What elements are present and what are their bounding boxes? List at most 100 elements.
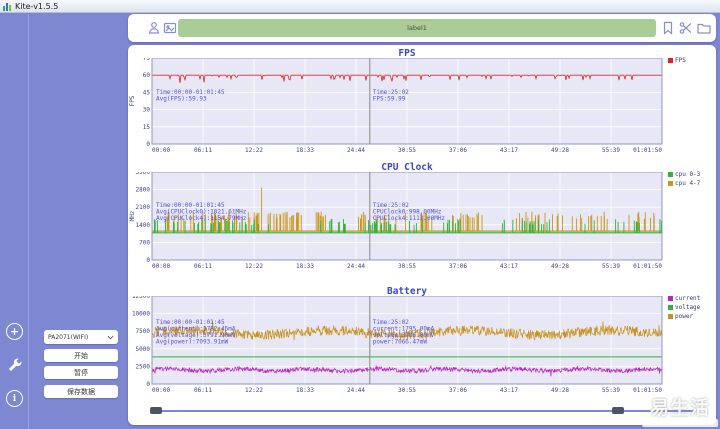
y-axis-unit-label: MHz [129, 210, 136, 221]
y-axis-tick-label: 3500 [136, 172, 151, 176]
y-axis-tick-label: 1400 [136, 222, 151, 229]
legend-item: power [668, 313, 714, 320]
save-data-button[interactable]: 保存数据 [44, 385, 118, 398]
legend-swatch [668, 314, 673, 319]
session-label-field[interactable]: label1 [178, 19, 656, 37]
x-axis-tick-label: 37:06 [449, 263, 467, 270]
legend-swatch [668, 305, 673, 310]
plot-svg[interactable]: 0250050007500100001250000:0006:1112:2218… [128, 296, 708, 400]
x-axis-tick-label: 55:39 [602, 147, 620, 154]
battery-chart: Battery 0250050007500100001250000:0006:1… [128, 286, 716, 410]
window-title: Kite-v1.5.5 [15, 0, 58, 13]
window-titlebar[interactable]: Kite-v1.5.5 [0, 0, 720, 13]
slider-handle-right[interactable] [612, 407, 624, 414]
x-axis-tick-label: 37:06 [449, 147, 467, 154]
y-axis-tick-label: 45 [143, 89, 151, 96]
range-annotation-text: Avg(FPS):59.93 [156, 96, 207, 103]
legend-item: FPS [668, 57, 714, 64]
battery-legend: current voltage power [668, 295, 714, 322]
x-axis-tick-label: 00:00 [152, 147, 170, 154]
x-axis-tick-label: 00:00 [152, 263, 170, 270]
screenshot-button[interactable] [162, 20, 178, 36]
info-button[interactable]: i [6, 390, 23, 407]
x-axis-tick-label: 06:11 [194, 387, 212, 394]
y-axis-tick-label: 75 [143, 58, 151, 62]
legend-label: power [675, 313, 693, 320]
legend-swatch [668, 58, 673, 63]
legend-item: cpu 4-7 [668, 180, 714, 187]
legend-swatch [668, 172, 673, 177]
info-icon: i [13, 394, 16, 404]
pause-button-label: 暂停 [74, 368, 88, 378]
x-axis-tick-label: 01:01:50 [633, 387, 662, 394]
cpu-plot[interactable]: 0700140021002800350000:0006:1112:2218:33… [128, 172, 708, 280]
wrench-icon [6, 357, 23, 374]
save-mark-button[interactable] [660, 20, 676, 36]
x-axis-tick-label: 18:33 [296, 147, 314, 154]
cursor-annotation-text: FPS:59.99 [373, 96, 406, 103]
legend-item: voltage [668, 304, 714, 311]
x-axis-tick-label: 06:11 [194, 147, 212, 154]
chart-panel: FPS 0 15 30 45 60 75 00:00 06:11 12:22 18:33 24:44… [128, 45, 716, 425]
y-axis-tick-label: 7500 [136, 328, 151, 335]
x-axis-tick-label: 00:00 [152, 387, 170, 394]
x-axis-tick-label: 24:44 [347, 263, 365, 270]
x-axis-tick-label: 06:11 [194, 263, 212, 270]
y-axis-unit-label: FPS [129, 95, 136, 106]
plot-svg[interactable]: 0153045607500:0006:1112:2218:3324:4430:5… [128, 58, 708, 160]
cpu-clock-chart: CPU Clock 0700140021002800350000:0006:11… [128, 162, 716, 286]
battery-plot[interactable]: 0250050007500100001250000:0006:1112:2218… [128, 296, 708, 404]
y-axis-tick-label: 0 [146, 381, 150, 388]
y-axis-tick-label: 2800 [136, 187, 151, 194]
x-axis-tick-label: 30:55 [398, 387, 416, 394]
x-axis-tick-label: 12:22 [245, 147, 263, 154]
fps-legend: FPS [668, 57, 714, 66]
pause-button[interactable]: 暂停 [44, 366, 118, 379]
x-axis-tick-label: 12:22 [245, 387, 263, 394]
y-axis-tick-label: 5000 [136, 346, 151, 353]
x-axis-tick-label: 30:55 [398, 263, 416, 270]
cut-button[interactable] [678, 20, 694, 36]
device-select[interactable]: PA2071(WIFI) [44, 330, 118, 344]
open-file-button[interactable] [696, 20, 712, 36]
y-axis-tick-label: 0 [146, 141, 150, 148]
timeline-slider[interactable] [150, 405, 694, 417]
save-data-button-label: 保存数据 [67, 387, 95, 397]
folder-icon [696, 20, 712, 36]
fps-chart: FPS 0153045607500:0006:1112:2218:3324:44… [128, 48, 716, 162]
y-axis-tick-label: 12500 [132, 296, 150, 300]
y-axis-tick-label: 2100 [136, 204, 151, 211]
y-axis-tick-label: 30 [143, 107, 151, 114]
legend-label: voltage [675, 304, 700, 311]
legend-swatch [668, 181, 673, 186]
plus-icon: + [10, 325, 19, 338]
fps-plot[interactable]: 0153045607500:0006:1112:2218:3324:4430:5… [128, 58, 708, 164]
legend-label: cpu 0-3 [675, 171, 700, 178]
app-window: Kite-v1.5.5 + i PA2071(WIFI) 开始 暂停 保存数据 [0, 0, 720, 429]
range-annotation-text: Avg(CPUClock4):1154.79MHz [156, 215, 247, 222]
bookmark-icon [660, 20, 676, 36]
legend-label: FPS [675, 57, 686, 64]
y-axis-tick-label: 60 [143, 72, 151, 79]
y-axis-tick-label: 700 [139, 239, 150, 246]
start-button[interactable]: 开始 [44, 349, 118, 362]
tools-button[interactable] [5, 356, 24, 375]
user-icon [146, 20, 162, 36]
x-axis-tick-label: 30:55 [398, 147, 416, 154]
toolbar: label1 [128, 14, 716, 42]
x-axis-tick-label: 43:17 [500, 147, 518, 154]
x-axis-tick-label: 55:39 [602, 387, 620, 394]
legend-swatch [668, 296, 673, 301]
add-device-button[interactable]: + [6, 323, 23, 340]
plot-svg[interactable]: 0700140021002800350000:0006:1112:2218:33… [128, 172, 708, 276]
user-button[interactable] [146, 20, 162, 36]
legend-label: current [675, 295, 700, 302]
start-button-label: 开始 [74, 351, 88, 361]
x-axis-tick-label: 24:44 [347, 387, 365, 394]
scissors-icon [678, 20, 694, 36]
x-axis-tick-label: 18:33 [296, 387, 314, 394]
y-axis-tick-label: 15 [143, 124, 151, 131]
app-icon [3, 2, 12, 11]
slider-handle-left[interactable] [150, 407, 162, 414]
chevron-down-icon [107, 334, 114, 341]
